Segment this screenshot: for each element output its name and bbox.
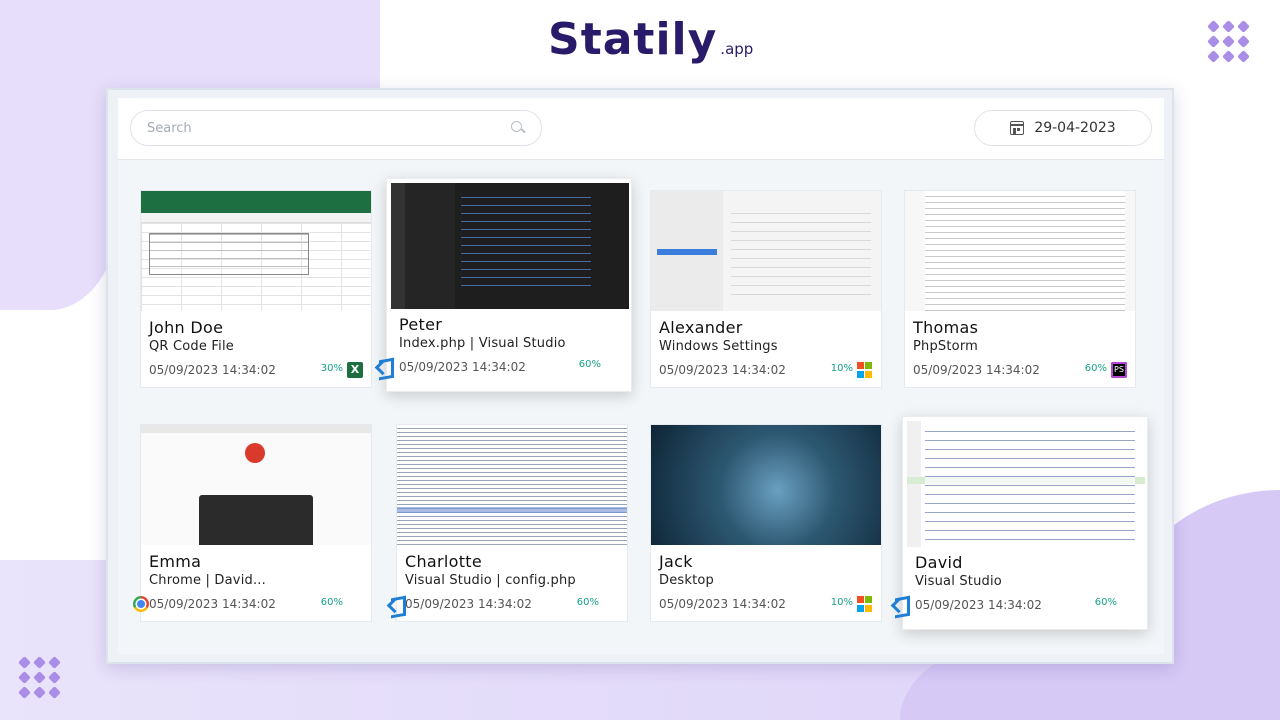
screenshot-card[interactable]: Thomas PhpStorm 05/09/2023 14:34:02 60% … — [904, 190, 1136, 388]
app-title: Windows Settings — [659, 339, 778, 354]
screenshot-card[interactable]: Peter Index.php | Visual Studio 05/09/20… — [386, 178, 632, 392]
screenshot-thumbnail[interactable] — [907, 421, 1145, 547]
screenshot-thumbnail[interactable] — [141, 425, 371, 545]
calendar-icon — [1010, 121, 1025, 135]
user-name: Charlotte — [405, 552, 483, 571]
chrome-icon — [133, 596, 149, 612]
decorative-dots — [18, 656, 61, 699]
phpstorm-icon: PS — [1111, 362, 1127, 378]
timestamp: 05/09/2023 14:34:02 — [405, 597, 532, 611]
activity-percent: 10% — [830, 363, 853, 374]
screenshot-thumbnail[interactable] — [391, 183, 629, 309]
user-name: Alexander — [659, 318, 743, 337]
app-window: 29-04-2023 John Doe QR Code File 05/09/2… — [106, 88, 1174, 664]
vscode-icon — [377, 358, 393, 374]
excel-icon: X — [347, 362, 363, 378]
background-blob-left — [0, 0, 120, 310]
screenshot-card[interactable]: Charlotte Visual Studio | config.php 05/… — [396, 424, 628, 622]
brand-suffix: .app — [720, 40, 754, 58]
timestamp: 05/09/2023 14:34:02 — [913, 363, 1040, 377]
vscode-icon — [389, 596, 405, 612]
screenshot-card[interactable]: Alexander Windows Settings 05/09/2023 14… — [650, 190, 882, 388]
app-title: Chrome | David... — [149, 573, 266, 588]
app-title: PhpStorm — [913, 339, 979, 354]
search-box[interactable] — [130, 110, 542, 146]
app-title: Visual Studio | config.php — [405, 573, 576, 588]
timestamp: 05/09/2023 14:34:02 — [399, 360, 526, 374]
toolbar: 29-04-2023 — [118, 98, 1164, 160]
activity-percent: 60% — [576, 597, 599, 608]
user-name: Peter — [399, 315, 443, 334]
windows-icon — [857, 362, 873, 378]
windows-icon — [857, 596, 873, 612]
screenshot-thumbnail[interactable] — [651, 425, 881, 545]
user-name: David — [915, 553, 963, 572]
screenshot-card[interactable]: Jack Desktop 05/09/2023 14:34:02 10% — [650, 424, 882, 622]
dashboard-panel: 29-04-2023 John Doe QR Code File 05/09/2… — [118, 98, 1164, 654]
app-title: Visual Studio — [915, 574, 1002, 589]
screenshot-thumbnail[interactable] — [397, 425, 627, 545]
search-icon[interactable] — [511, 121, 525, 135]
activity-percent: 60% — [578, 359, 601, 370]
vscode-icon — [893, 596, 909, 612]
user-name: Jack — [659, 552, 693, 571]
user-name: John Doe — [149, 318, 224, 337]
activity-percent: 10% — [830, 597, 853, 608]
date-picker[interactable]: 29-04-2023 — [974, 110, 1152, 146]
decorative-dots — [1207, 20, 1250, 63]
screenshot-thumbnail[interactable] — [905, 191, 1135, 311]
screenshot-card[interactable]: John Doe QR Code File 05/09/2023 14:34:0… — [140, 190, 372, 388]
brand-logo: Statily .app — [548, 8, 753, 68]
app-title: Index.php | Visual Studio — [399, 336, 566, 351]
timestamp: 05/09/2023 14:34:02 — [659, 363, 786, 377]
timestamp: 05/09/2023 14:34:02 — [149, 597, 276, 611]
activity-percent: 60% — [1084, 363, 1107, 374]
timestamp: 05/09/2023 14:34:02 — [915, 598, 1042, 612]
activity-percent: 60% — [1094, 597, 1117, 608]
activity-percent: 60% — [320, 597, 343, 608]
screenshot-card[interactable]: Emma Chrome | David... 05/09/2023 14:34:… — [133, 424, 372, 622]
user-name: Emma — [149, 552, 202, 571]
activity-percent: 30% — [320, 363, 343, 374]
timestamp: 05/09/2023 14:34:02 — [149, 363, 276, 377]
screenshot-card[interactable]: David Visual Studio 05/09/2023 14:34:02 … — [902, 416, 1148, 630]
screenshot-thumbnail[interactable] — [141, 191, 371, 311]
user-name: Thomas — [913, 318, 979, 337]
date-value: 29-04-2023 — [1034, 120, 1116, 136]
app-title: Desktop — [659, 573, 715, 588]
brand-name: Statily — [548, 14, 718, 65]
app-title: QR Code File — [149, 339, 234, 354]
screenshot-thumbnail[interactable] — [651, 191, 881, 311]
search-input[interactable] — [147, 120, 511, 136]
timestamp: 05/09/2023 14:34:02 — [659, 597, 786, 611]
